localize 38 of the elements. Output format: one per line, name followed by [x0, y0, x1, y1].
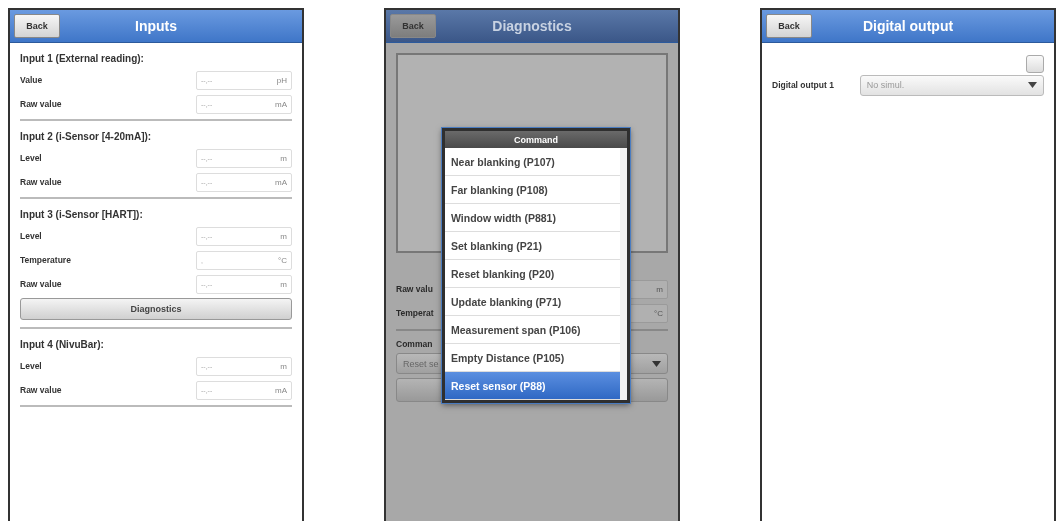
- field-label: Level: [20, 231, 42, 241]
- section-title: Input 4 (NivuBar):: [20, 338, 105, 352]
- popup-title: Command: [445, 131, 627, 148]
- command-option[interactable]: Reset blanking (P20): [445, 260, 620, 288]
- field-label: Temperature: [20, 255, 71, 265]
- command-option[interactable]: Near blanking (P107): [445, 148, 620, 176]
- screen-title: Diagnostics: [491, 18, 573, 34]
- command-option[interactable]: Far blanking (P108): [445, 176, 620, 204]
- command-option[interactable]: Update blanking (P71): [445, 288, 620, 316]
- back-button[interactable]: Back: [766, 14, 812, 38]
- section-title: Input 1 (External reading):: [20, 52, 145, 66]
- checkbox[interactable]: [1026, 55, 1044, 73]
- back-button[interactable]: Back: [14, 14, 60, 38]
- section-title: Input 3 (i-Sensor [HART]):: [20, 208, 144, 222]
- field-label: Comman: [396, 338, 434, 351]
- field-label: Raw value: [20, 385, 62, 395]
- back-button[interactable]: Back: [390, 14, 436, 38]
- screen-title: Inputs: [134, 18, 178, 34]
- field-label: Level: [20, 361, 42, 371]
- field-label: Raw value: [20, 99, 62, 109]
- dropdown-caret-icon: [652, 360, 661, 367]
- section-title: Input 2 (i-Sensor [4-20mA]):: [20, 130, 153, 144]
- field-label: Level: [20, 153, 42, 163]
- field-label: Value: [20, 75, 43, 85]
- field-label: Raw value: [20, 177, 62, 187]
- command-option[interactable]: Window width (P881): [445, 204, 620, 232]
- field-label: Raw valu: [396, 284, 433, 294]
- field-label: Raw value: [20, 279, 62, 289]
- scrollbar[interactable]: [620, 148, 627, 400]
- diagnostics-button[interactable]: Diagnostics: [20, 298, 292, 320]
- command-option[interactable]: Measurement span (P106): [445, 316, 620, 344]
- command-option[interactable]: Reset sensor (P88): [445, 372, 620, 400]
- screen-title: Digital output: [861, 18, 955, 34]
- dropdown-caret-icon: [1028, 82, 1037, 88]
- command-option[interactable]: Set blanking (P21): [445, 232, 620, 260]
- command-option[interactable]: Empty Distance (P105): [445, 344, 620, 372]
- field-label: Temperat: [396, 308, 434, 318]
- field-label: Digital output 1: [772, 80, 834, 90]
